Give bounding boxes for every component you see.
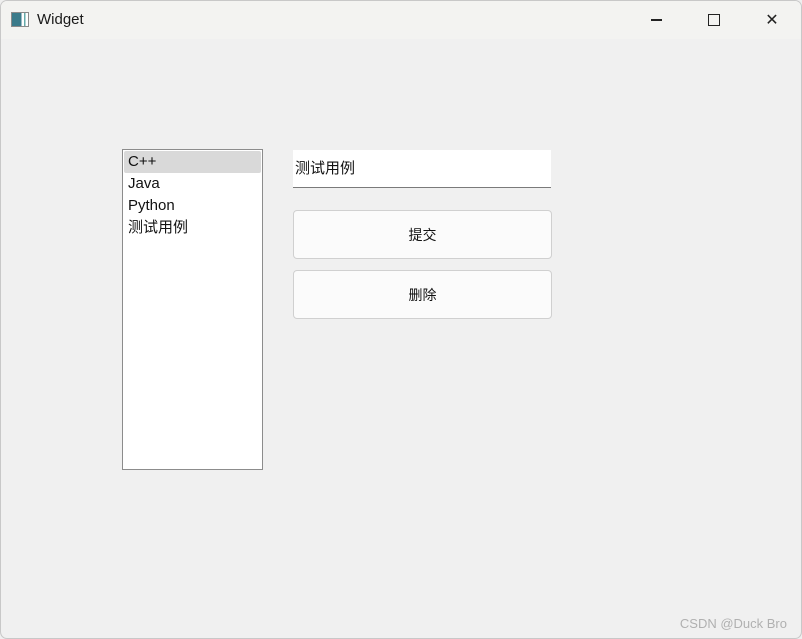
list-item[interactable]: 测试用例 — [124, 217, 261, 239]
list-item[interactable]: Java — [124, 173, 261, 195]
text-input[interactable]: 测试用例 — [293, 150, 551, 188]
app-window: Widget ✕ C++ Java Python 测试用例 测试用例 提交 删除… — [0, 0, 802, 639]
submit-button[interactable]: 提交 — [293, 210, 552, 259]
close-button[interactable]: ✕ — [743, 1, 801, 39]
maximize-button[interactable] — [685, 1, 743, 39]
delete-button[interactable]: 删除 — [293, 270, 552, 319]
list-item[interactable]: Python — [124, 195, 261, 217]
minimize-icon — [651, 19, 662, 20]
maximize-icon — [708, 14, 720, 26]
window-title: Widget — [37, 11, 84, 28]
list-item[interactable]: C++ — [124, 151, 261, 173]
language-list[interactable]: C++ Java Python 测试用例 — [122, 149, 263, 470]
close-icon: ✕ — [765, 10, 778, 30]
minimize-button[interactable] — [627, 1, 685, 39]
app-icon — [11, 12, 29, 27]
watermark: CSDN @Duck Bro — [680, 616, 787, 631]
title-bar: Widget ✕ — [1, 1, 801, 39]
